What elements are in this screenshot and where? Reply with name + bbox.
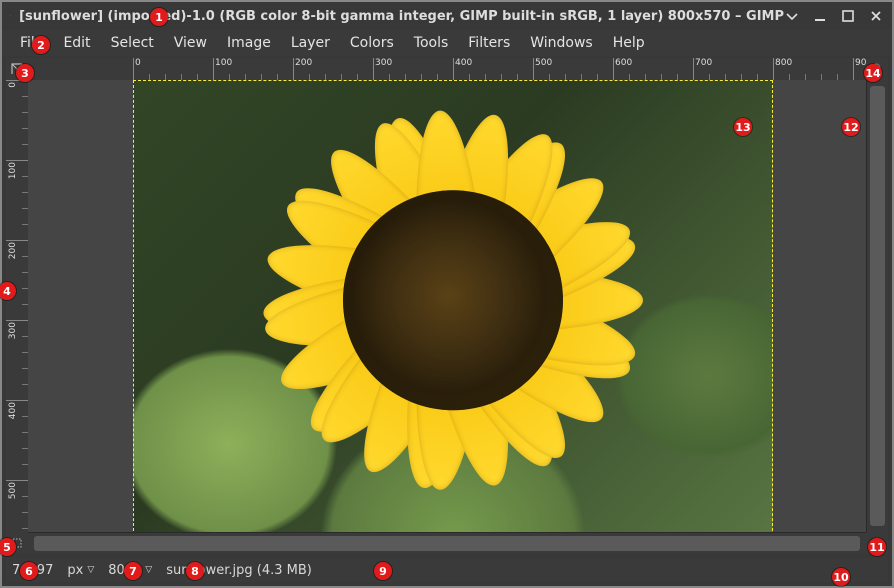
annotation-marker: 9	[374, 562, 392, 580]
annotation-marker: 6	[20, 562, 38, 580]
menu-colors[interactable]: Colors	[340, 33, 404, 53]
annotation-marker: 2	[32, 36, 50, 54]
ruler-vertical[interactable]: 0100200300400500600	[6, 80, 28, 532]
annotation-marker: 3	[16, 64, 34, 82]
annotation-marker: 12	[842, 118, 860, 136]
annotation-marker: 1	[150, 8, 168, 26]
menu-select[interactable]: Select	[101, 33, 164, 53]
chevron-down-icon: ▽	[145, 565, 152, 575]
annotation-marker: 10	[832, 568, 850, 586]
minimize-button[interactable]	[812, 8, 828, 24]
image-canvas[interactable]	[133, 80, 773, 532]
scrollbar-vertical[interactable]	[866, 80, 888, 532]
gimp-logo-icon	[10, 6, 11, 26]
menu-edit[interactable]: Edit	[53, 33, 100, 53]
ruler-horizontal[interactable]: 0100200300400500600700800900	[28, 58, 866, 80]
shade-button[interactable]	[784, 8, 800, 24]
scrollbar-thumb[interactable]	[870, 86, 885, 526]
unit-value: px	[67, 563, 83, 578]
annotation-marker: 8	[186, 562, 204, 580]
workspace: 0100200300400500600700800900 01002003004…	[6, 58, 888, 554]
menu-windows[interactable]: Windows	[520, 33, 603, 53]
annotation-marker: 11	[868, 538, 886, 556]
annotation-marker: 7	[124, 562, 142, 580]
scrollbar-thumb[interactable]	[34, 536, 860, 551]
maximize-button[interactable]	[840, 8, 856, 24]
window-titlebar: [sunflower] (imported)-1.0 (RGB color 8-…	[2, 2, 892, 30]
annotation-marker: 14	[864, 64, 882, 82]
menu-tools[interactable]: Tools	[404, 33, 459, 53]
menu-help[interactable]: Help	[603, 33, 655, 53]
menu-filters[interactable]: Filters	[458, 33, 520, 53]
window-controls	[784, 8, 884, 24]
menu-image[interactable]: Image	[217, 33, 281, 53]
chevron-down-icon: ▽	[87, 565, 94, 575]
window-title: [sunflower] (imported)-1.0 (RGB color 8-…	[19, 9, 784, 24]
scrollbar-horizontal[interactable]	[28, 532, 866, 554]
unit-selector[interactable]: px ▽	[67, 563, 94, 578]
annotation-marker: 13	[734, 118, 752, 136]
menu-layer[interactable]: Layer	[281, 33, 340, 53]
menubar: File Edit Select View Image Layer Colors…	[2, 30, 892, 56]
menu-view[interactable]: View	[164, 33, 217, 53]
image-subject-sunflower	[258, 105, 648, 495]
close-button[interactable]	[868, 8, 884, 24]
canvas-viewport[interactable]	[28, 80, 866, 532]
